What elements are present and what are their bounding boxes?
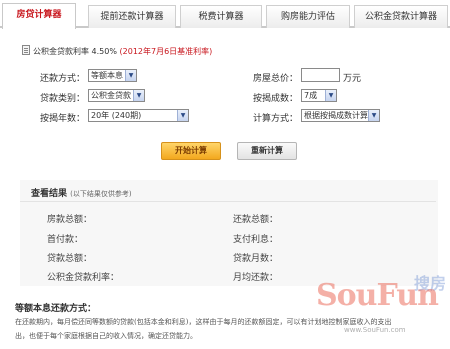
mortgage-ratio-label: 按揭成数： bbox=[253, 94, 299, 104]
chevron-down-icon: ▼ bbox=[325, 90, 336, 101]
repayment-method-description-title: 等额本息还款方式： bbox=[15, 304, 97, 314]
results-note: (以下结果仅供参考) bbox=[70, 190, 132, 198]
loan-years-select[interactable]: 20年 (240期) ▼ bbox=[88, 109, 189, 122]
tab-tax-calculator[interactable]: 税费计算器 bbox=[180, 5, 262, 28]
total-price-unit: 万元 bbox=[343, 74, 362, 84]
document-icon bbox=[22, 45, 30, 55]
repayment-method-description-line2: 出，也便于每个家庭根据自己的收入情况，确定还贷能力。 bbox=[15, 332, 197, 340]
reset-calculation-button[interactable]: 重新计算 bbox=[237, 142, 297, 160]
chevron-down-icon: ▼ bbox=[368, 110, 379, 121]
calc-method-select[interactable]: 根据按揭成数计算 ▼ bbox=[301, 109, 380, 122]
chevron-down-icon: ▼ bbox=[133, 90, 144, 101]
total-price-input[interactable] bbox=[301, 68, 340, 82]
total-price-label: 房屋总价： bbox=[253, 74, 299, 84]
chevron-down-icon: ▼ bbox=[125, 70, 136, 81]
watermark-logo: SouFun bbox=[316, 278, 439, 313]
result-loan-months-label: 贷款月数： bbox=[233, 254, 279, 264]
result-down-payment-label: 首付款： bbox=[47, 235, 84, 245]
result-interest-paid-label: 支付利息： bbox=[233, 235, 279, 245]
provident-fund-rate: 公积金贷款利率 4.50% (2012年7月6日基准利率) bbox=[33, 46, 212, 57]
loan-years-label: 按揭年数： bbox=[40, 114, 86, 124]
loan-type-value: 公积金贷款 bbox=[91, 91, 131, 100]
rate-text: 公积金贷款利率 4.50% bbox=[33, 47, 117, 56]
loan-years-value: 20年 (240期) bbox=[91, 111, 142, 120]
result-total-house-price-label: 房款总额： bbox=[47, 215, 93, 225]
loan-type-select[interactable]: 公积金贷款 ▼ bbox=[88, 89, 145, 102]
result-provident-rate-label: 公积金贷款利率： bbox=[47, 273, 120, 283]
loan-type-label: 贷款类别： bbox=[40, 94, 86, 104]
calculator-tabs: 房贷计算器 提前还款计算器 税费计算器 购房能力评估 公积金贷款计算器 bbox=[0, 0, 450, 29]
tab-affordability-assessment[interactable]: 购房能力评估 bbox=[266, 5, 350, 28]
mortgage-ratio-value: 7成 bbox=[304, 91, 318, 100]
result-total-repayment-label: 还款总额： bbox=[233, 215, 279, 225]
rate-note: (2012年7月6日基准利率) bbox=[119, 47, 213, 56]
repayment-method-value: 等额本息 bbox=[91, 71, 123, 80]
calc-method-label: 计算方式： bbox=[253, 114, 299, 124]
tab-prepayment-calculator[interactable]: 提前还款计算器 bbox=[88, 5, 176, 28]
results-divider bbox=[20, 201, 436, 202]
result-total-loan-label: 贷款总额： bbox=[47, 254, 93, 264]
start-calculation-button[interactable]: 开始计算 bbox=[161, 142, 221, 160]
results-title: 查看结果 (以下结果仅供参考) bbox=[31, 186, 132, 199]
soufun-watermark: 搜房 SouFun www.SouFun.com bbox=[316, 272, 446, 342]
calc-method-value: 根据按揭成数计算 bbox=[304, 111, 368, 120]
repayment-method-label: 还款方式： bbox=[40, 74, 86, 84]
tab-provident-fund-calculator[interactable]: 公积金贷款计算器 bbox=[354, 5, 448, 28]
result-monthly-payment-label: 月均还款： bbox=[233, 273, 279, 283]
watermark-url: www.SouFun.com bbox=[344, 326, 406, 334]
tab-mortgage-calculator[interactable]: 房贷计算器 bbox=[2, 3, 76, 29]
results-title-text: 查看结果 bbox=[31, 189, 68, 199]
mortgage-ratio-select[interactable]: 7成 ▼ bbox=[301, 89, 337, 102]
chevron-down-icon: ▼ bbox=[177, 110, 188, 121]
repayment-method-select[interactable]: 等额本息 ▼ bbox=[88, 69, 137, 82]
